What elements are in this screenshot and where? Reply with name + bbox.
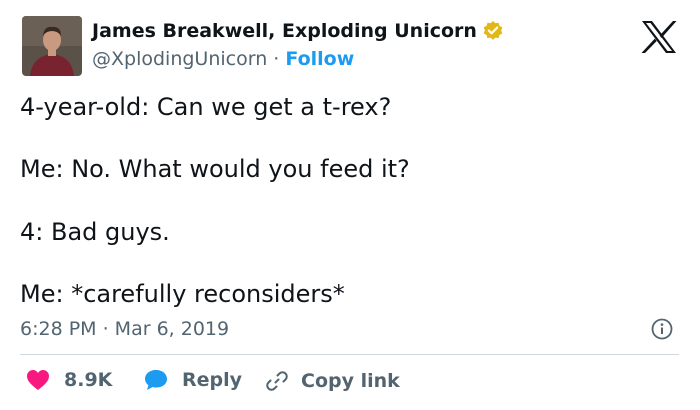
reply-bubble-icon <box>144 369 168 391</box>
tweet-timestamp[interactable]: 6:28 PM · Mar 6, 2019 <box>20 318 229 340</box>
avatar[interactable] <box>22 16 82 76</box>
avatar-image <box>22 16 82 76</box>
tweet-line: 4-year-old: Can we get a t-rex? <box>20 93 392 121</box>
follow-link[interactable]: Follow <box>285 48 354 70</box>
info-icon[interactable] <box>651 318 673 340</box>
author-handle-row: @XplodingUnicorn · Follow <box>92 48 354 70</box>
handle-separator: · <box>267 48 286 70</box>
reply-button[interactable]: Reply <box>144 369 242 391</box>
divider <box>20 354 679 355</box>
tweet-line: Me: No. What would you feed it? <box>20 155 410 183</box>
like-button[interactable]: 8.9K <box>26 369 112 391</box>
author-name-row: James Breakwell, Exploding Unicorn <box>92 20 504 42</box>
tweet-line: Me: *carefully reconsiders* <box>20 280 345 308</box>
copy-link-button[interactable]: Copy link <box>265 369 400 393</box>
verified-badge-icon <box>482 20 504 42</box>
action-bar: 8.9K Reply Copy link <box>0 369 700 399</box>
heart-icon <box>26 369 50 391</box>
copy-link-label: Copy link <box>301 370 400 392</box>
reply-label: Reply <box>182 369 243 391</box>
author-handle[interactable]: @XplodingUnicorn <box>92 48 267 70</box>
author-display-name[interactable]: James Breakwell, Exploding Unicorn <box>92 20 477 42</box>
x-logo-icon[interactable] <box>640 20 678 54</box>
tweet-line: 4: Bad guys. <box>20 218 170 246</box>
like-count: 8.9K <box>64 369 113 391</box>
link-icon <box>265 369 289 393</box>
